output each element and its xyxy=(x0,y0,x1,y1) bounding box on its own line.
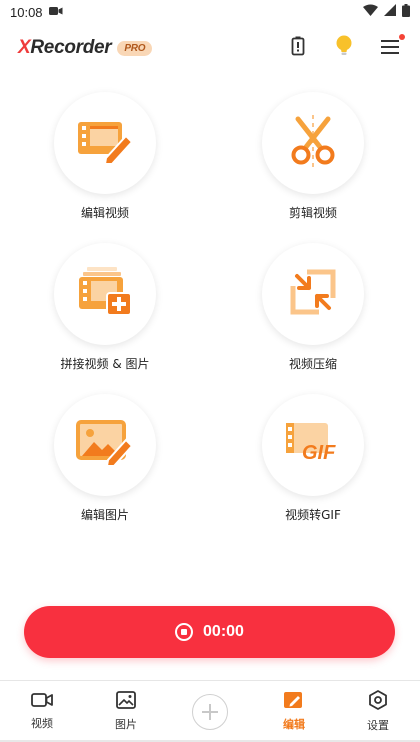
tool-compress-circle[interactable] xyxy=(262,243,364,345)
nav-item-settings[interactable]: 设置 xyxy=(336,681,420,742)
video-camera-icon xyxy=(31,692,53,711)
compress-icon xyxy=(289,268,337,320)
edit-video-icon xyxy=(76,118,134,168)
tool-edit-video-circle[interactable] xyxy=(54,92,156,194)
battery-icon xyxy=(402,3,410,21)
battery-alert-icon xyxy=(291,36,305,60)
scissors-icon xyxy=(288,115,338,171)
tool-edit-video-label: 编辑视频 xyxy=(80,206,129,220)
tool-trim-video[interactable]: 剪辑视频 xyxy=(218,92,408,221)
merge-video-icon xyxy=(77,267,133,321)
tool-edit-image-label: 编辑图片 xyxy=(80,508,129,522)
hamburger-menu-icon xyxy=(381,39,399,58)
tool-video-to-gif-circle[interactable]: GIF xyxy=(262,394,364,496)
record-button[interactable]: 00:00 xyxy=(24,606,395,658)
tool-compress-label: 视频压缩 xyxy=(288,357,337,371)
tips-button[interactable] xyxy=(332,35,356,61)
image-icon xyxy=(116,691,136,712)
tool-merge-circle[interactable] xyxy=(54,243,156,345)
logo-text: Recorder xyxy=(30,37,112,58)
tool-merge[interactable]: 拼接视频 & 图片 xyxy=(10,243,200,372)
status-bar: 10:08 xyxy=(0,0,420,24)
battery-saver-button[interactable] xyxy=(286,36,310,60)
tool-edit-video[interactable]: 编辑视频 xyxy=(10,92,200,221)
nav-label-videos: 视频 xyxy=(31,717,53,730)
tool-edit-image[interactable]: 编辑图片 xyxy=(10,394,200,523)
gif-text: GIF xyxy=(302,442,336,464)
nav-item-videos[interactable]: 视频 xyxy=(0,681,84,742)
menu-button[interactable] xyxy=(378,34,405,60)
app-header: X Recorder PRO xyxy=(0,28,420,68)
settings-icon xyxy=(368,690,388,713)
tool-edit-image-circle[interactable] xyxy=(54,394,156,496)
nav-item-edit[interactable]: 编辑 xyxy=(252,681,336,742)
tool-merge-label: 拼接视频 & 图片 xyxy=(60,357,150,371)
lightbulb-icon xyxy=(335,35,353,61)
nav-label-edit: 编辑 xyxy=(283,718,305,731)
tool-compress[interactable]: 视频压缩 xyxy=(218,243,408,372)
status-time: 10:08 xyxy=(10,4,43,20)
plus-icon xyxy=(192,693,228,730)
tool-trim-video-label: 剪辑视频 xyxy=(288,206,337,220)
tool-trim-video-circle[interactable] xyxy=(262,92,364,194)
nav-label-images: 图片 xyxy=(115,718,137,731)
notification-dot xyxy=(399,34,405,40)
bottom-nav: 视频 图片 编辑 设置 xyxy=(0,680,420,742)
edit-image-icon xyxy=(76,420,134,470)
signal-icon xyxy=(384,4,396,20)
stop-record-icon xyxy=(175,623,194,641)
logo-x: X xyxy=(18,37,31,58)
tool-video-to-gif[interactable]: GIF 视频转GIF xyxy=(218,394,408,523)
tool-video-to-gif-label: 视频转GIF xyxy=(285,508,341,522)
video-recording-status-icon xyxy=(48,5,63,20)
video-to-gif-icon: GIF xyxy=(284,421,342,469)
nav-label-settings: 设置 xyxy=(367,719,389,732)
app-logo: X Recorder PRO xyxy=(18,37,153,59)
pro-badge[interactable]: PRO xyxy=(117,40,153,56)
edit-icon xyxy=(284,691,304,712)
record-time: 00:00 xyxy=(203,623,244,640)
wifi-icon xyxy=(363,4,378,20)
nav-item-images[interactable]: 图片 xyxy=(84,681,168,742)
nav-item-add[interactable] xyxy=(168,681,252,742)
